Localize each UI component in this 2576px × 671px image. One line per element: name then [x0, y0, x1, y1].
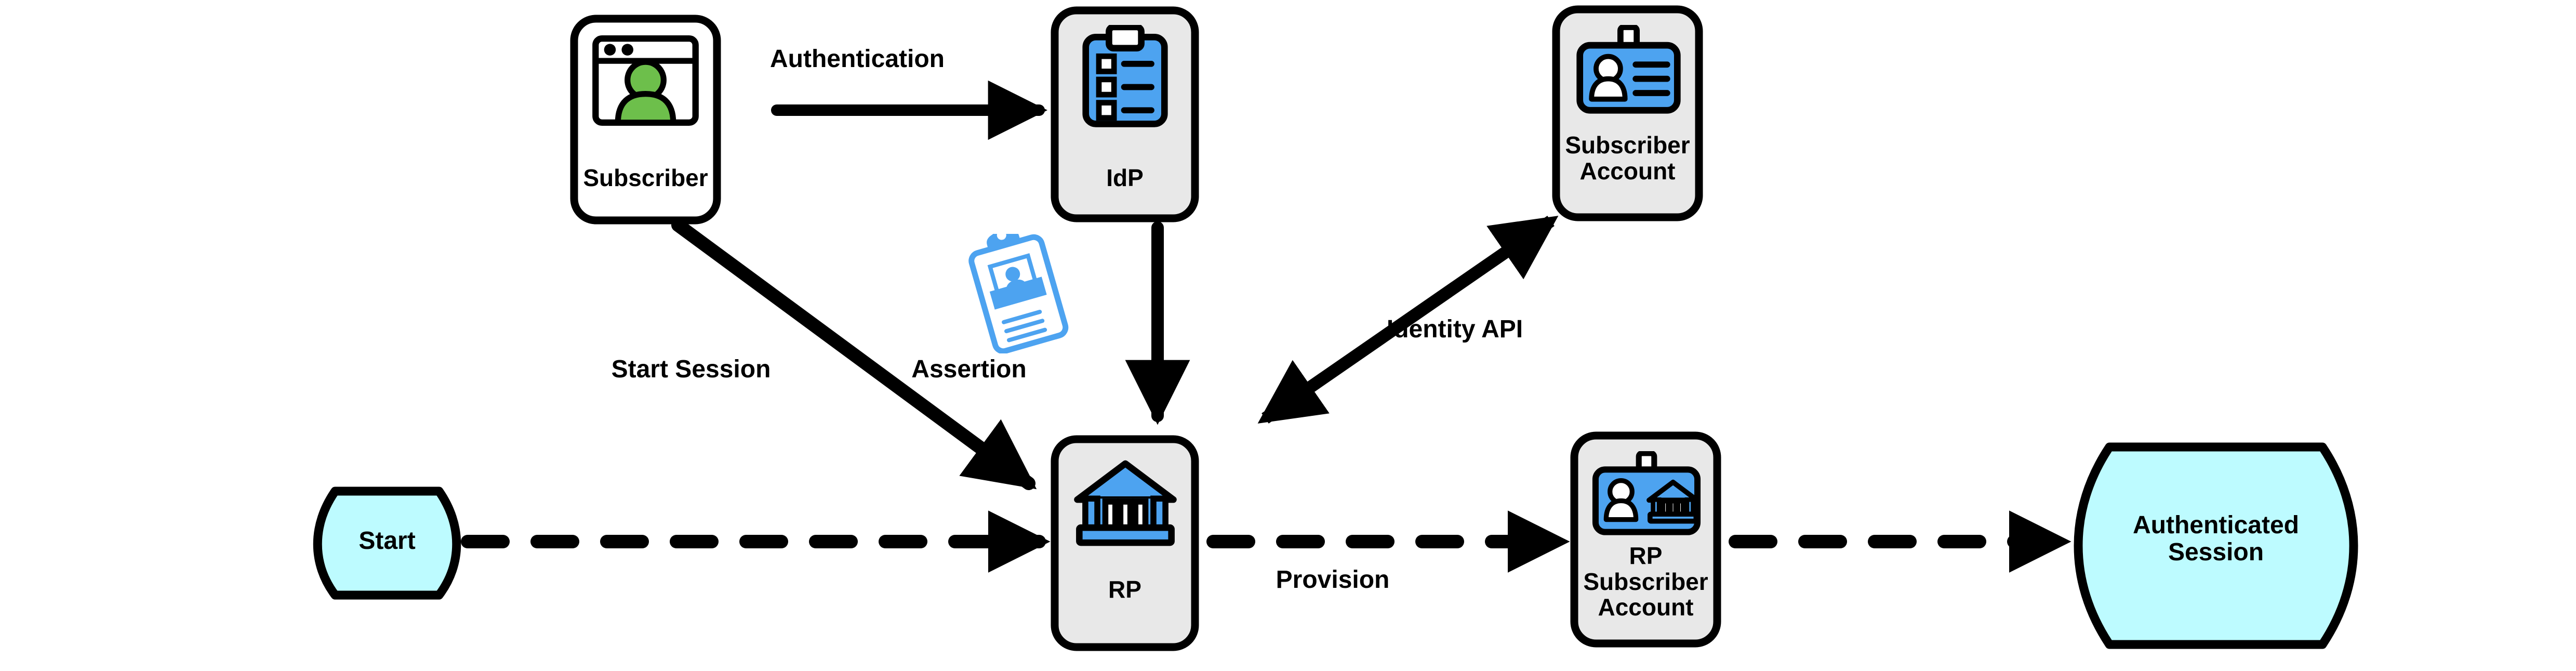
edge-label-assertion: Assertion	[911, 356, 1027, 383]
node-label-rp: RP	[1108, 576, 1141, 603]
edge-label-identity-api: Identity API	[1386, 315, 1523, 343]
edge-label-authentication: Authentication	[770, 45, 945, 73]
node-label-subscriber: Subscriber	[583, 164, 708, 191]
edge-label-start-session: Start Session	[611, 356, 771, 383]
node-label-start: Start	[358, 527, 416, 555]
node-label-rp-subscriber-account: RP Subscriber Account	[1583, 542, 1708, 621]
labels-layer: Subscriber IdP Subscriber Account RP RP …	[0, 0, 2576, 671]
node-label-authenticated-session: Authenticated Session	[2132, 511, 2299, 566]
federated-auth-diagram: Subscriber IdP Subscriber Account RP RP …	[0, 0, 2576, 671]
node-label-subscriber-account: Subscriber Account	[1565, 131, 1690, 185]
node-label-idp: IdP	[1106, 164, 1144, 191]
edge-label-provision: Provision	[1276, 566, 1390, 594]
